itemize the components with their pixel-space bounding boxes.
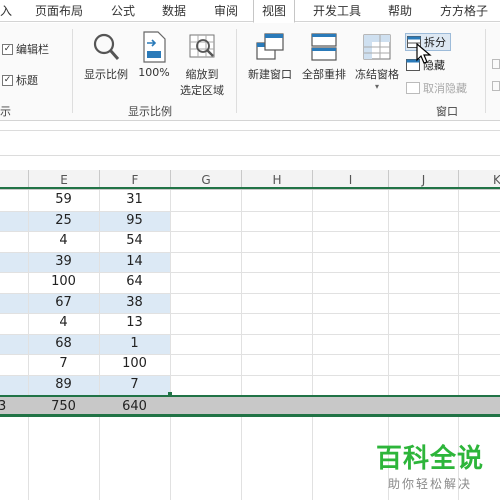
cell-f[interactable]: 13 bbox=[99, 313, 170, 334]
zoom-group-label: 显示比例 bbox=[128, 105, 172, 118]
cell-e[interactable]: 67 bbox=[28, 293, 99, 314]
check-icon: ✓ bbox=[2, 43, 13, 55]
formula-bar[interactable] bbox=[0, 130, 500, 156]
unhide-button[interactable]: 取消隐藏 bbox=[406, 80, 467, 96]
tab-data[interactable]: 数据 bbox=[155, 0, 193, 22]
side-by-side-icon[interactable] bbox=[492, 59, 500, 69]
cell-e[interactable]: 4 bbox=[28, 231, 99, 252]
cell-f[interactable]: 14 bbox=[99, 252, 170, 273]
arrange-all-icon bbox=[311, 33, 337, 61]
tab-view[interactable]: 视图 bbox=[253, 0, 295, 23]
zoom-label: 显示比例 bbox=[84, 68, 128, 81]
cell-e[interactable]: 68 bbox=[28, 334, 99, 355]
page-100-icon bbox=[143, 31, 166, 63]
split-line-top bbox=[0, 187, 500, 189]
gridline bbox=[312, 190, 313, 500]
arrange-all-label: 全部重排 bbox=[302, 68, 346, 81]
show-group-label: 示 bbox=[0, 105, 11, 118]
ribbon: ✓ 编辑栏 ✓ 标题 示 显示比例 100% 缩放到 选定区域 显示比例 新建窗… bbox=[0, 23, 500, 121]
new-window-icon bbox=[256, 33, 284, 60]
cell-f[interactable]: 7 bbox=[99, 375, 170, 396]
zoom-to-selection-button[interactable]: 缩放到 选定区域 bbox=[176, 31, 228, 98]
new-window-button[interactable]: 新建窗口 bbox=[243, 31, 297, 82]
mouse-cursor-icon bbox=[416, 43, 432, 64]
zoom-selection-label-2: 选定区域 bbox=[180, 84, 224, 97]
tab-insert[interactable]: 入 bbox=[0, 0, 16, 22]
zoom-selection-label-1: 缩放到 bbox=[185, 68, 219, 81]
cell-e[interactable]: 25 bbox=[28, 211, 99, 232]
formula-bar-checkbox[interactable]: ✓ 编辑栏 bbox=[2, 41, 49, 57]
cell-f[interactable]: 100 bbox=[99, 354, 170, 375]
cell-f[interactable]: 1 bbox=[99, 334, 170, 355]
tab-help[interactable]: 帮助 bbox=[383, 0, 417, 22]
unhide-icon bbox=[406, 82, 420, 94]
tab-fangfang[interactable]: 方方格子 bbox=[433, 0, 495, 22]
cell-f[interactable]: 31 bbox=[99, 190, 170, 211]
check-icon: ✓ bbox=[2, 74, 13, 86]
ribbon-tabs: 入 页面布局 公式 数据 审阅 视图 开发工具 帮助 方方格子 bbox=[0, 0, 500, 23]
unhide-label: 取消隐藏 bbox=[423, 82, 467, 95]
headings-checkbox[interactable]: ✓ 标题 bbox=[2, 72, 38, 88]
gridline bbox=[170, 190, 171, 500]
tab-developer[interactable]: 开发工具 bbox=[308, 0, 366, 22]
freeze-panes-icon bbox=[363, 34, 391, 60]
watermark: 百科全说 助你轻松解决 bbox=[376, 438, 484, 492]
cell-e[interactable]: 89 bbox=[28, 375, 99, 396]
sync-scroll-icon[interactable] bbox=[492, 81, 500, 91]
gridline bbox=[241, 190, 242, 500]
tab-formulas[interactable]: 公式 bbox=[104, 0, 142, 22]
total-prefix-cell[interactable]: 3 bbox=[0, 397, 8, 418]
formula-bar-label: 编辑栏 bbox=[16, 43, 49, 56]
zoom-button[interactable]: 显示比例 bbox=[80, 31, 132, 82]
chevron-down-icon: ▾ bbox=[374, 82, 379, 91]
group-separator bbox=[72, 29, 73, 113]
cell-f[interactable]: 64 bbox=[99, 272, 170, 293]
tab-page-layout[interactable]: 页面布局 bbox=[30, 0, 88, 22]
freeze-panes-label: 冻结窗格 bbox=[355, 68, 399, 81]
headings-label: 标题 bbox=[16, 74, 38, 87]
zoom-100-button[interactable]: 100% bbox=[134, 31, 174, 79]
cell-f[interactable]: 95 bbox=[99, 211, 170, 232]
arrange-all-button[interactable]: 全部重排 bbox=[297, 31, 351, 82]
freeze-panes-button[interactable]: 冻结窗格 ▾ bbox=[351, 31, 403, 91]
tab-review[interactable]: 审阅 bbox=[207, 0, 245, 22]
cell-f[interactable]: 54 bbox=[99, 231, 170, 252]
group-separator bbox=[236, 29, 237, 113]
total-f-cell[interactable]: 640 bbox=[99, 397, 170, 418]
cell-e[interactable]: 59 bbox=[28, 190, 99, 211]
watermark-subtitle: 助你轻松解决 bbox=[388, 477, 473, 491]
zoom-selection-icon bbox=[189, 34, 215, 58]
new-window-label: 新建窗口 bbox=[248, 68, 292, 81]
cell-f[interactable]: 38 bbox=[99, 293, 170, 314]
group-separator bbox=[485, 29, 486, 113]
cell-e[interactable]: 39 bbox=[28, 252, 99, 273]
magnifier-icon bbox=[93, 33, 120, 60]
zoom-100-label: 100% bbox=[138, 66, 170, 79]
total-e-cell[interactable]: 750 bbox=[28, 397, 99, 418]
watermark-title: 百科全说 bbox=[376, 444, 485, 474]
window-group-label: 窗口 bbox=[436, 105, 458, 118]
cell-e[interactable]: 4 bbox=[28, 313, 99, 334]
cell-e[interactable]: 7 bbox=[28, 354, 99, 375]
cell-e[interactable]: 100 bbox=[28, 272, 99, 293]
fill-handle[interactable] bbox=[168, 392, 172, 396]
